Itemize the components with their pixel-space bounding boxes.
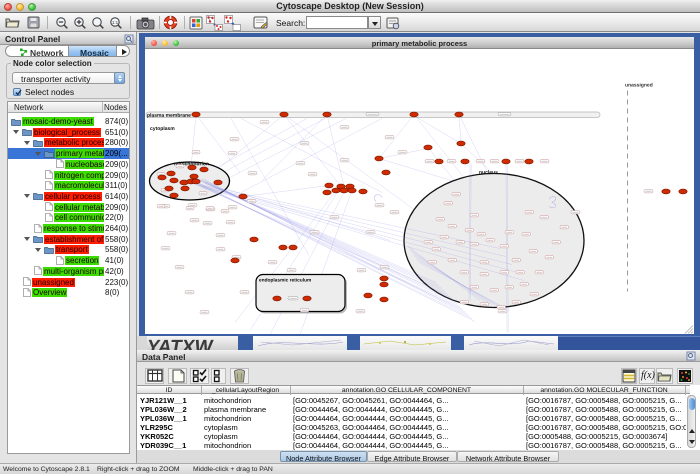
svg-text:1:1: 1:1	[112, 19, 119, 24]
